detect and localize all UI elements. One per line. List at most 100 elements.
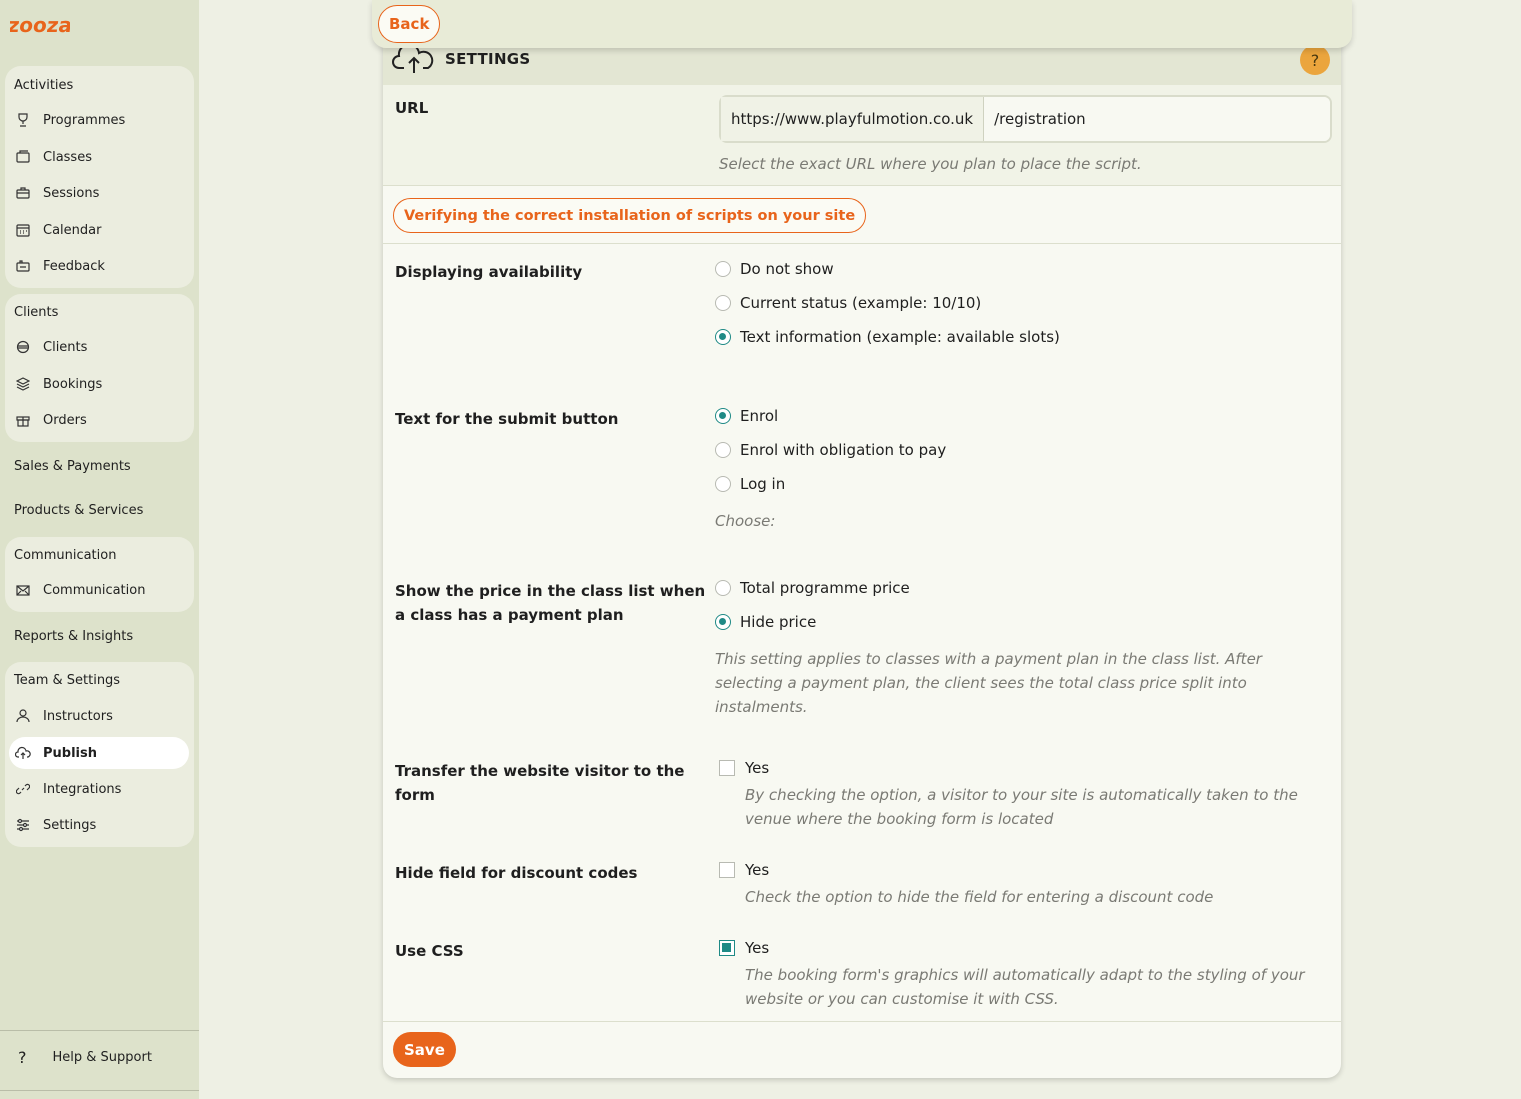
sidebar-item-programmes[interactable]: Programmes: [9, 104, 189, 136]
panel-title: SETTINGS: [445, 50, 531, 68]
sidebar-item-label: Sessions: [43, 185, 100, 201]
sidebar: zooza Activities Programmes Classes Sess…: [0, 0, 199, 1099]
option-label: Do not show: [740, 260, 834, 278]
verify-installation-button[interactable]: Verifying the correct installation of sc…: [393, 198, 867, 233]
help-support-label: Help & Support: [52, 1050, 152, 1065]
feedback-icon: [15, 258, 31, 274]
discount-checkbox-option[interactable]: Yes: [719, 861, 769, 879]
radio-button[interactable]: [715, 295, 731, 311]
sidebar-item-label: Bookings: [43, 376, 103, 392]
sidebar-divider-bottom: [0, 1090, 199, 1091]
radio-button[interactable]: [715, 476, 731, 492]
calendar-icon: [15, 222, 31, 238]
url-path-input[interactable]: [984, 97, 1330, 141]
nav-sales-payments[interactable]: Sales & Payments: [14, 459, 131, 474]
radio-button[interactable]: [715, 442, 731, 458]
sidebar-item-instructors[interactable]: Instructors: [9, 700, 189, 732]
users-icon: [15, 339, 31, 355]
css-hint-line2: website or you can customise it with CSS…: [745, 990, 1059, 1008]
url-prefix: https://www.playfulmotion.co.uk: [721, 97, 985, 141]
sidebar-item-label: Integrations: [43, 781, 122, 797]
option-label: Current status (example: 10/10): [740, 294, 982, 312]
submit-text-hint: Choose:: [715, 512, 776, 530]
option-label: Yes: [745, 759, 770, 777]
question-icon: ?: [18, 1048, 27, 1067]
mail-icon: [15, 582, 31, 598]
transfer-checkbox-option[interactable]: Yes: [719, 759, 769, 777]
css-label: Use CSS: [395, 942, 464, 960]
radio-button-selected[interactable]: [715, 408, 731, 424]
radio-button[interactable]: [715, 580, 731, 596]
discount-label: Hide field for discount codes: [395, 864, 638, 882]
help-support-link[interactable]: ? Help & Support: [18, 1048, 152, 1067]
folder-icon: [15, 149, 31, 165]
sidebar-item-calendar[interactable]: Calendar: [9, 214, 189, 246]
sidebar-item-clients[interactable]: Clients: [9, 331, 189, 363]
option-label: Text information (example: available slo…: [740, 328, 1060, 346]
sidebar-item-bookings[interactable]: Bookings: [9, 368, 189, 400]
sidebar-item-label: Orders: [43, 412, 87, 428]
trophy-icon: [15, 112, 31, 128]
option-label: Total programme price: [740, 579, 910, 597]
sidebar-item-label: Feedback: [43, 258, 105, 274]
sidebar-item-sessions[interactable]: Sessions: [9, 177, 189, 209]
layers-icon: [15, 376, 31, 392]
option-label: Hide price: [740, 613, 817, 631]
settings-panel: SETTINGS ? URL https://www.playfulmotion…: [383, 30, 1341, 1078]
sidebar-item-publish[interactable]: Publish: [9, 737, 189, 769]
nav-reports-insights[interactable]: Reports & Insights: [14, 629, 133, 644]
radio-button-selected[interactable]: [715, 329, 731, 345]
sidebar-item-settings[interactable]: Settings: [9, 809, 189, 841]
transfer-label-line2: form: [395, 786, 435, 804]
submit-option-log-in[interactable]: Log in: [715, 475, 785, 493]
availability-option-text-info[interactable]: Text information (example: available slo…: [715, 328, 1060, 346]
option-label: Yes: [745, 861, 770, 879]
availability-option-current-status[interactable]: Current status (example: 10/10): [715, 294, 981, 312]
sidebar-item-communication[interactable]: Communication: [9, 574, 189, 606]
transfer-hint-line2: venue where the booking form is located: [745, 810, 1054, 828]
availability-option-do-not-show[interactable]: Do not show: [715, 260, 834, 278]
svg-text:zooza: zooza: [10, 13, 70, 37]
price-label-line2: a class has a payment plan: [395, 606, 624, 624]
radio-button[interactable]: [715, 261, 731, 277]
price-option-hide[interactable]: Hide price: [715, 613, 816, 631]
transfer-label-line1: Transfer the website visitor to the: [395, 762, 685, 780]
option-label: Enrol: [740, 407, 779, 425]
option-label: Enrol with obligation to pay: [740, 441, 947, 459]
radio-button-selected[interactable]: [715, 614, 731, 630]
sidebar-item-label: Programmes: [43, 112, 126, 128]
sidebar-item-orders[interactable]: Orders: [9, 404, 189, 436]
sidebar-item-integrations[interactable]: Integrations: [9, 773, 189, 805]
sidebar-item-classes[interactable]: Classes: [9, 141, 189, 173]
price-hint-line1: This setting applies to classes with a p…: [715, 650, 1262, 668]
cloud-upload-icon: [15, 745, 31, 761]
submit-option-enrol[interactable]: Enrol: [715, 407, 778, 425]
user-icon: [15, 708, 31, 724]
checkbox-checked[interactable]: [719, 940, 735, 956]
nav-heading-team-settings: Team & Settings: [14, 673, 121, 688]
submit-option-enrol-pay[interactable]: Enrol with obligation to pay: [715, 441, 946, 459]
zooza-logo[interactable]: zooza: [6, 10, 74, 42]
sidebar-item-label: Clients: [43, 339, 88, 355]
checkbox[interactable]: [719, 862, 735, 878]
nav-heading-activities: Activities: [14, 78, 74, 93]
css-hint-line1: The booking form's graphics will automat…: [745, 966, 1305, 984]
sidebar-item-label: Classes: [43, 149, 92, 165]
nav-heading-clients: Clients: [14, 305, 59, 320]
help-icon[interactable]: ?: [1300, 45, 1330, 75]
save-button[interactable]: Save: [393, 1032, 456, 1067]
url-label: URL: [395, 99, 429, 117]
briefcase-icon: [15, 185, 31, 201]
back-button[interactable]: Back: [378, 5, 441, 43]
sidebar-item-label: Settings: [43, 817, 97, 833]
transfer-hint-line1: By checking the option, a visitor to you…: [745, 786, 1298, 804]
nav-products-services[interactable]: Products & Services: [14, 503, 143, 518]
sidebar-item-feedback[interactable]: Feedback: [9, 250, 189, 282]
footer-divider: [383, 1021, 1341, 1022]
discount-hint: Check the option to hide the field for e…: [745, 888, 1214, 906]
checkbox[interactable]: [719, 760, 735, 776]
availability-label: Displaying availability: [395, 263, 583, 281]
price-option-total[interactable]: Total programme price: [715, 579, 910, 597]
top-bar: Back: [372, 0, 1352, 48]
css-checkbox-option[interactable]: Yes: [719, 939, 769, 957]
